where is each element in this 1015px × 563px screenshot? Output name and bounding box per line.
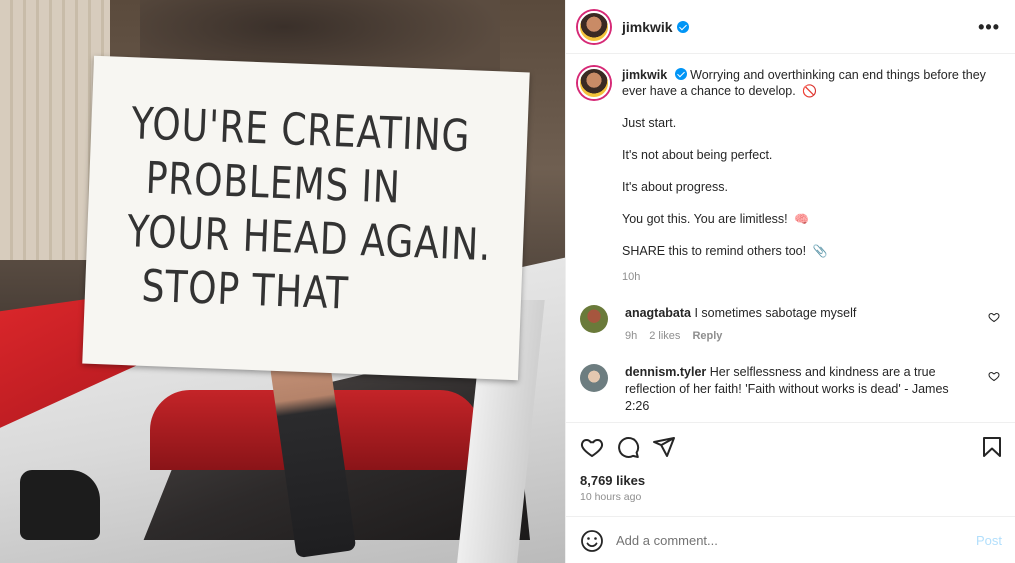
author-username[interactable]: jimkwik	[622, 19, 673, 35]
handwritten-sign: YOU'RE CREATING PROBLEMS IN YOUR HEAD AG…	[82, 55, 530, 381]
caption-line: You got this. You are limitless!	[622, 212, 788, 226]
post-caption: jimkwik Worrying and overthinking can en…	[578, 67, 998, 285]
post-comment-button[interactable]: Post	[976, 533, 1002, 548]
like-comment-heart-icon[interactable]	[988, 311, 1000, 323]
comment-username[interactable]: anagtabata	[625, 306, 691, 320]
author-avatar[interactable]	[578, 10, 610, 43]
post-header: jimkwik •••	[566, 0, 1015, 54]
comment-likes[interactable]: 2 likes	[649, 328, 680, 345]
comment-input[interactable]	[616, 530, 956, 550]
comment-item: anagtabata I sometimes sabotage myself 9…	[580, 305, 1000, 345]
like-heart-icon[interactable]	[580, 435, 604, 459]
no-entry-icon: 🚫	[802, 84, 818, 98]
sign-line: STOP THAT	[140, 260, 350, 320]
comments-list[interactable]: jimkwik Worrying and overthinking can en…	[566, 55, 1015, 421]
post-actions: 8,769 likes 10 hours ago	[566, 422, 1015, 516]
brain-icon: 🧠	[794, 212, 810, 226]
caption-body: jimkwik Worrying and overthinking can en…	[622, 67, 992, 285]
share-send-icon[interactable]	[652, 435, 676, 459]
caption-timestamp[interactable]: 10h	[622, 269, 992, 285]
caption-author-avatar[interactable]	[578, 67, 610, 99]
comment-username[interactable]: dennism.tyler	[625, 365, 706, 379]
add-comment-bar: Post	[566, 516, 1015, 563]
commenter-avatar[interactable]	[580, 305, 608, 333]
save-bookmark-icon[interactable]	[980, 435, 1004, 459]
side-mirror	[20, 470, 100, 540]
post-photo[interactable]: YOU'RE CREATING PROBLEMS IN YOUR HEAD AG…	[0, 0, 565, 563]
like-comment-heart-icon[interactable]	[988, 370, 1000, 382]
caption-line: It's about progress.	[622, 180, 728, 194]
caption-line: It's not about being perfect.	[622, 148, 773, 162]
more-options-icon[interactable]: •••	[978, 18, 1000, 36]
verified-badge-icon	[676, 20, 689, 33]
comment-meta: 9h 2 likes Reply	[625, 328, 965, 345]
comment-time[interactable]: 9h	[625, 328, 637, 345]
comment-bubble-icon[interactable]	[616, 435, 640, 459]
reply-button[interactable]: Reply	[692, 328, 722, 345]
post-side-panel: jimkwik ••• jimkwik Worrying and overthi…	[565, 0, 1015, 563]
comment-item: dennism.tyler Her selflessness and kindn…	[580, 364, 1000, 415]
post-timestamp: 10 hours ago	[580, 491, 642, 503]
likes-count[interactable]: 8,769 likes	[580, 473, 645, 488]
comment-text: I sometimes sabotage myself	[694, 306, 857, 320]
verified-badge-icon	[674, 68, 687, 80]
comment-body: dennism.tyler Her selflessness and kindn…	[625, 364, 965, 415]
caption-line: Just start.	[622, 116, 677, 130]
emoji-smile-icon[interactable]	[580, 529, 604, 553]
caption-line: SHARE this to remind others too!	[622, 244, 807, 258]
caption-username[interactable]: jimkwik	[622, 68, 667, 82]
paperclip-icon: 📎	[812, 244, 828, 258]
commenter-avatar[interactable]	[580, 364, 608, 392]
comment-body: anagtabata I sometimes sabotage myself 9…	[625, 305, 965, 345]
